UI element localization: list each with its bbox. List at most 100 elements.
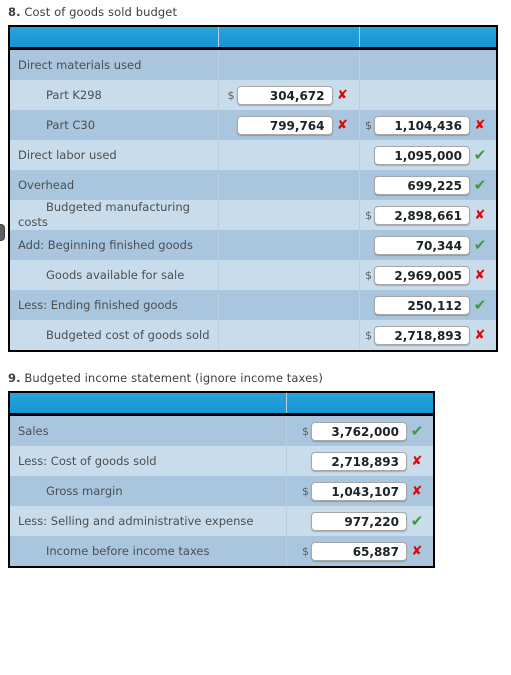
row-label: Add: Beginning finished goods: [18, 237, 193, 252]
incorrect-x-icon: ✘: [474, 207, 486, 223]
row-value-cell: $3,762,000 ✔: [286, 414, 433, 446]
section-number: 9.: [8, 371, 21, 385]
budget-table: Direct materials used Part K298 $304,672 ✘ P…: [10, 27, 496, 350]
table-header-cell: [10, 27, 219, 50]
row-value-cell: $1,104,436 ✘: [359, 110, 496, 140]
currency-symbol: $: [365, 328, 372, 342]
correct-check-icon: ✔: [410, 511, 424, 530]
correct-check-icon: ✔: [473, 295, 487, 314]
amount-input[interactable]: 304,672: [236, 85, 333, 105]
currency-symbol: $: [302, 544, 309, 558]
row-label: Overhead: [18, 177, 75, 192]
currency-symbol: $: [302, 484, 309, 498]
row-label-cell: Direct labor used: [10, 140, 219, 170]
value-group: $1,104,436 ✘: [360, 110, 497, 140]
value-group: 799,764 ✘: [219, 110, 359, 140]
row-label-cell: Part K298: [10, 80, 219, 110]
row-label-cell: Budgeted cost of goods sold: [10, 320, 219, 350]
value-group: $1,043,107 ✘: [287, 476, 434, 506]
row-value-cell: 2,718,893 ✘: [286, 446, 433, 476]
amount-input[interactable]: 2,898,661: [374, 205, 470, 225]
currency-symbol: $: [365, 118, 372, 132]
table-income: Sales $3,762,000 ✔ Less: Cost of goods sold…: [8, 391, 435, 568]
value-group: 699,225 ✔: [360, 170, 497, 200]
amount-input[interactable]: 70,344: [374, 235, 470, 255]
row-label: Income before income taxes: [46, 543, 210, 558]
section-number: 8.: [8, 5, 21, 19]
row-value-cell: 699,225 ✔: [359, 170, 496, 200]
table-header-cell: [10, 393, 287, 416]
section-title: 9. Budgeted income statement (ignore inc…: [0, 366, 511, 391]
currency-symbol: $: [227, 88, 235, 102]
row-value-cell: $2,969,005 ✘: [359, 260, 496, 290]
row-label-cell: Income before income taxes: [10, 536, 287, 566]
table-header-cell: [359, 27, 496, 50]
table-row: Budgeted manufacturing costs $2,898,661 ✘: [10, 200, 496, 230]
row-value-cell: 977,220 ✔: [286, 506, 433, 536]
section-title-text: Cost of goods sold budget: [24, 5, 178, 19]
value-group: 70,344 ✔: [360, 230, 497, 260]
amount-input[interactable]: 3,762,000: [311, 421, 407, 441]
correct-check-icon: ✔: [473, 175, 487, 194]
row-value-cell: $1,043,107 ✘: [286, 476, 433, 506]
amount-input[interactable]: 699,225: [374, 175, 470, 195]
amount-input[interactable]: 1,043,107: [311, 481, 407, 501]
row-value-cell: [218, 200, 360, 230]
table-header-cell: [218, 27, 360, 50]
amount-input[interactable]: 250,112: [374, 295, 470, 315]
row-value-cell: $304,672 ✘: [218, 80, 360, 110]
row-value-cell: [218, 170, 360, 200]
amount-input[interactable]: 799,764: [236, 115, 333, 135]
table-header-row: [10, 393, 433, 416]
table-row: Goods available for sale $2,969,005 ✘: [10, 260, 496, 290]
row-label: Direct labor used: [18, 147, 117, 162]
amount-input[interactable]: 2,969,005: [374, 265, 470, 285]
table-row: Income before income taxes $65,887 ✘: [10, 536, 433, 566]
row-value-cell: [218, 48, 360, 80]
value-group: 977,220 ✔: [287, 506, 434, 536]
row-label-cell: Add: Beginning finished goods: [10, 230, 219, 260]
row-value-cell: [218, 290, 360, 320]
row-label-cell: Part C30: [10, 110, 219, 140]
table-row: Less: Selling and administrative expense…: [10, 506, 433, 536]
row-label-cell: Less: Cost of goods sold: [10, 446, 287, 476]
row-label: Budgeted manufacturing costs: [18, 200, 190, 229]
row-label-cell: Less: Selling and administrative expense: [10, 506, 287, 536]
table-row: Overhead 699,225 ✔: [10, 170, 496, 200]
section-table-income: 9. Budgeted income statement (ignore inc…: [0, 366, 511, 568]
row-value-cell: 1,095,000 ✔: [359, 140, 496, 170]
section-title: 8. Cost of goods sold budget: [0, 0, 511, 25]
row-label: Less: Cost of goods sold: [18, 453, 157, 468]
incorrect-x-icon: ✘: [474, 267, 486, 283]
row-value-cell: [218, 140, 360, 170]
row-value-cell: [218, 230, 360, 260]
table-row: Add: Beginning finished goods 70,344 ✔: [10, 230, 496, 260]
budget-table: Sales $3,762,000 ✔ Less: Cost of goods sold…: [10, 393, 433, 566]
table-row: Budgeted cost of goods sold $2,718,893 ✘: [10, 320, 496, 350]
incorrect-x-icon: ✘: [337, 117, 348, 133]
value-group: $2,718,893 ✘: [360, 320, 497, 350]
currency-symbol: $: [302, 424, 309, 438]
incorrect-x-icon: ✘: [411, 453, 423, 469]
row-label: Direct materials used: [18, 57, 142, 72]
row-value-cell: 799,764 ✘: [218, 110, 360, 140]
row-value-cell: [359, 48, 496, 80]
amount-input[interactable]: 1,095,000: [374, 145, 470, 165]
incorrect-x-icon: ✘: [411, 543, 423, 559]
row-label: Less: Selling and administrative expense: [18, 513, 254, 528]
amount-input[interactable]: 2,718,893: [311, 451, 407, 471]
incorrect-x-icon: ✘: [337, 87, 348, 103]
amount-input[interactable]: 1,104,436: [374, 115, 470, 135]
amount-input[interactable]: 977,220: [311, 511, 407, 531]
row-value-cell: [359, 80, 496, 110]
currency-symbol: $: [365, 208, 372, 222]
row-label: Gross margin: [46, 483, 123, 498]
table-row: Direct materials used: [10, 48, 496, 80]
incorrect-x-icon: ✘: [474, 327, 486, 343]
table-row: Less: Cost of goods sold 2,718,893 ✘: [10, 446, 433, 476]
amount-input[interactable]: 65,887: [311, 541, 407, 561]
amount-input[interactable]: 2,718,893: [374, 325, 470, 345]
row-label-cell: Less: Ending finished goods: [10, 290, 219, 320]
value-group: $65,887 ✘: [287, 536, 434, 566]
